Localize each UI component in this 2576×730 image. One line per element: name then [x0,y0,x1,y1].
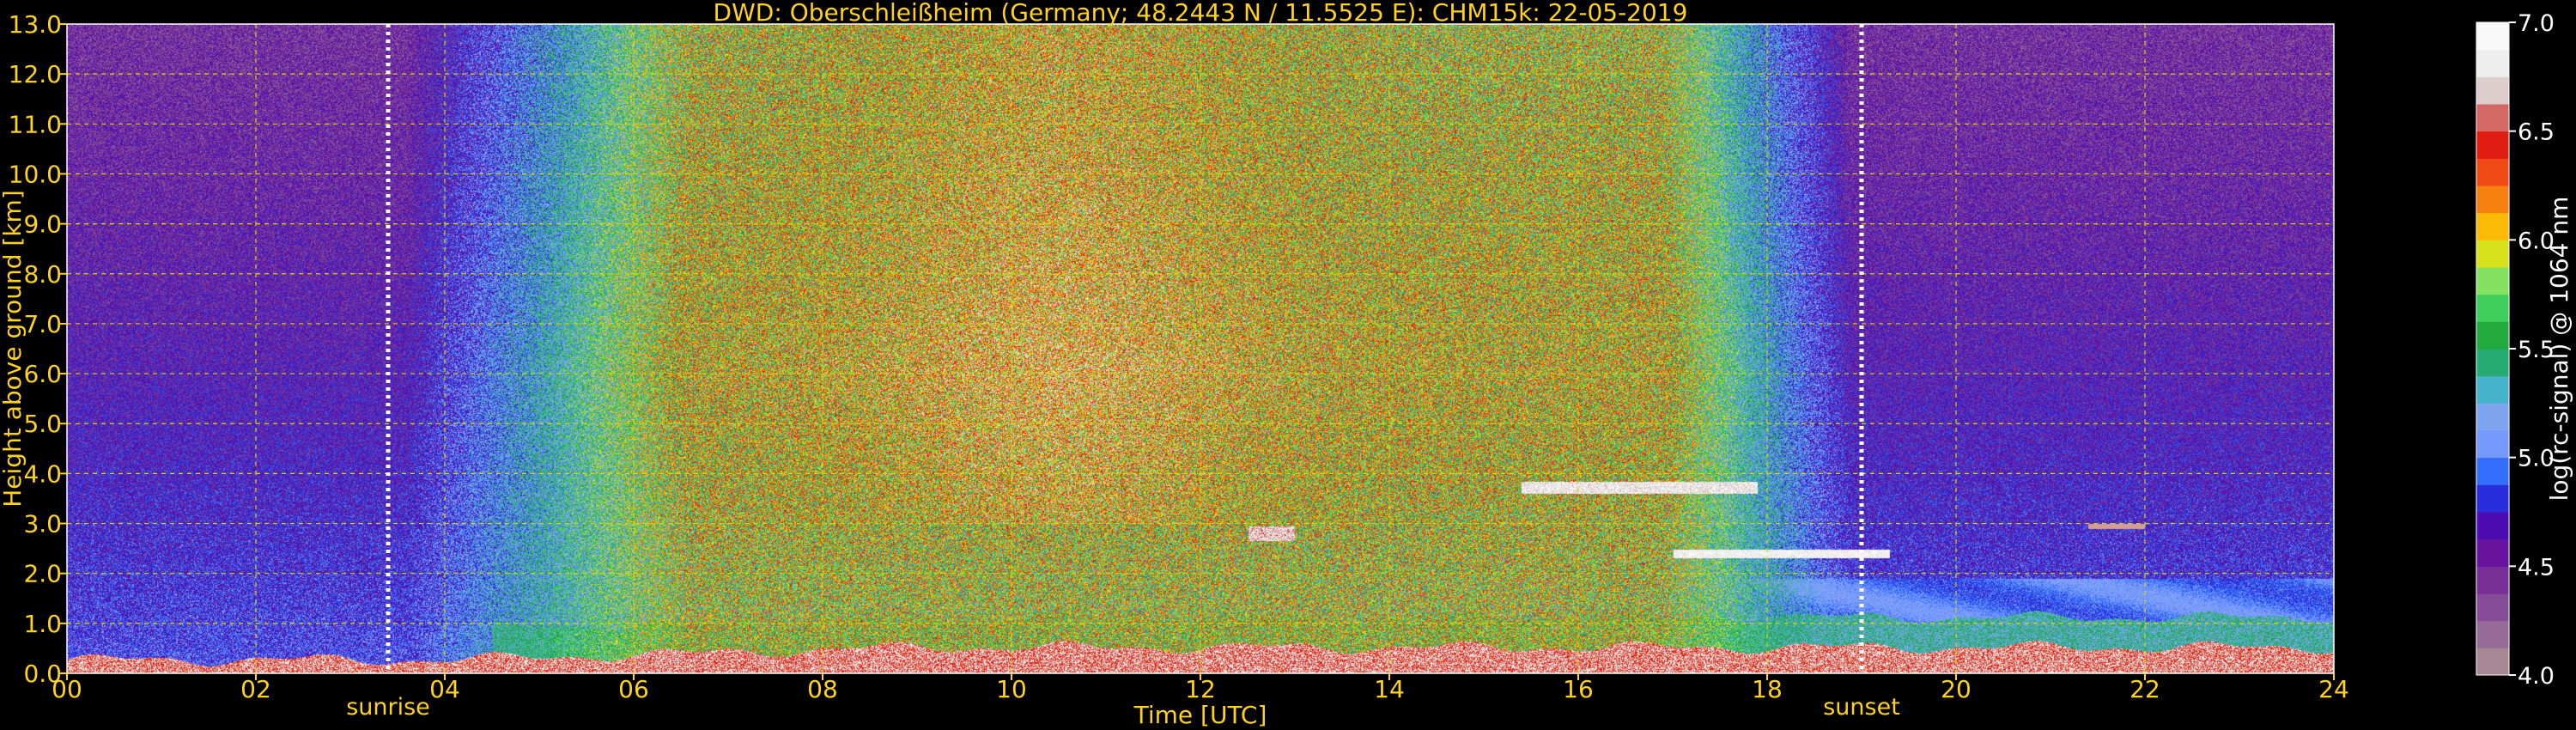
x-tick-label: 04 [429,675,460,703]
colorbar-bin [2476,321,2509,349]
x-tick-label: 14 [1374,675,1405,703]
x-axis-label: Time [UTC] [1133,701,1267,729]
colorbar-tick-label: 6.5 [2518,119,2555,146]
y-tick-label: 13.0 [9,10,62,39]
x-tick-label: 16 [1563,675,1594,703]
y-tick-label: 0.0 [23,660,62,688]
ceilometer-chart: sunrise sunset00 02 04 06 08 10 12 14 16 18 20 22 240… [0,0,2576,730]
colorbar-bin [2476,648,2509,675]
colorbar-bin [2476,186,2509,213]
colorbar-bin [2476,403,2509,430]
colorbar-tick-label: 4.0 [2518,663,2555,690]
y-tick-label: 6.0 [23,360,62,388]
y-tick-label: 7.0 [23,310,62,338]
y-axis-label: Height above ground [km] [0,190,27,508]
colorbar-bin [2476,484,2509,512]
colorbar-bin [2476,76,2509,104]
colorbar-bin [2476,104,2509,131]
y-tick-label: 2.0 [23,560,62,588]
colorbar-bin [2476,376,2509,404]
colorbar-bin [2476,593,2509,621]
colorbar-bin [2476,512,2509,539]
colorbar-bin [2476,213,2509,240]
y-tick-label: 10.0 [9,160,62,188]
colorbar-bin [2476,621,2509,648]
x-tick-label: 20 [1941,675,1971,703]
colorbar-bin [2476,430,2509,458]
ceilometer-figure: sunrise sunset 00 02 04 06 08 10 12 14 16 18 20 22 24 0… [0,0,2576,730]
colorbar-bin [2476,240,2509,267]
sunset-label: sunset [1823,694,1900,721]
colorbar-tick-label: 7.0 [2518,10,2555,37]
colorbar-bin [2476,267,2509,295]
y-tick-label: 8.0 [23,260,62,289]
x-tick-label: 18 [1752,675,1783,703]
colorbar [2476,22,2509,676]
x-tick-label: 06 [618,675,649,703]
y-tick-label: 5.0 [23,410,62,438]
colorbar-tick-label: 4.5 [2518,554,2555,581]
y-tick-label: 11.0 [9,110,62,138]
colorbar-bin [2476,566,2509,593]
colorbar-bin [2476,295,2509,322]
sunrise-label: sunrise [346,694,430,721]
x-tick-label: 22 [2129,675,2160,703]
colorbar-label: log(rc-signal) @ 1064 nm [2545,197,2573,502]
colorbar-bin [2476,50,2509,77]
x-tick-label: 12 [1185,675,1216,703]
colorbar-bin [2476,22,2509,50]
x-tick-label: 02 [240,675,271,703]
colorbar-bin [2476,539,2509,567]
chart-title: DWD: Oberschleißheim (Germany; 48.2443 N… [714,0,1688,27]
x-tick-label: 08 [807,675,838,703]
y-tick-label: 1.0 [23,610,62,638]
x-tick-label: 24 [2318,675,2349,703]
y-tick-label: 4.0 [23,459,62,488]
x-tick-label: 10 [996,675,1027,703]
colorbar-bin [2476,349,2509,376]
colorbar-bin [2476,131,2509,159]
y-tick-label: 12.0 [9,60,62,88]
colorbar-bin [2476,458,2509,485]
y-tick-label: 3.0 [23,510,62,538]
y-tick-label: 9.0 [23,210,62,239]
colorbar-bin [2476,158,2509,186]
